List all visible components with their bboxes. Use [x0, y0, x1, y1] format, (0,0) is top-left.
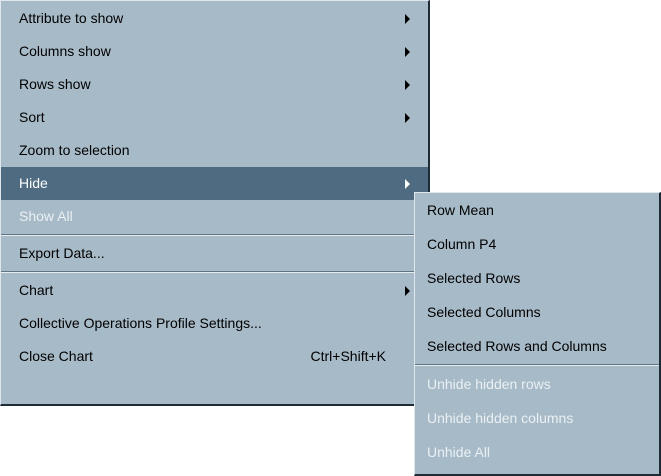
menu-item-label: Zoom to selection: [19, 142, 130, 158]
submenu-item-unhide-hidden-columns: Unhide hidden columns: [415, 401, 659, 435]
menu-item-label: Export Data...: [19, 245, 105, 261]
menu-item-show-all: Show All: [1, 200, 428, 233]
submenu-item-selected-rows-and-columns[interactable]: Selected Rows and Columns: [415, 329, 659, 363]
menu-separator: [415, 364, 659, 366]
menu-item-label: Selected Columns: [427, 304, 541, 320]
menu-separator: [1, 271, 428, 273]
menu-item-label: Unhide hidden rows: [427, 376, 551, 392]
submenu-arrow-icon: [405, 46, 410, 57]
menu-item-label: Sort: [19, 109, 45, 125]
menu-item-shortcut: Ctrl+Shift+K: [310, 348, 386, 364]
menu-item-label: Collective Operations Profile Settings..…: [19, 315, 262, 331]
menu-item-label: Selected Rows: [427, 270, 521, 286]
submenu-arrow-icon: [405, 13, 410, 24]
submenu-arrow-icon: [405, 79, 410, 90]
submenu-item-selected-columns[interactable]: Selected Columns: [415, 295, 659, 329]
menu-item-label: Selected Rows and Columns: [427, 338, 607, 354]
menu-item-label: Columns show: [19, 43, 111, 59]
menu-separator: [1, 234, 428, 236]
menu-item-label: Chart: [19, 282, 54, 298]
menu-item-label: Show All: [19, 208, 73, 224]
submenu-item-unhide-all: Unhide All: [415, 435, 659, 469]
submenu-arrow-icon: [405, 178, 410, 189]
menu-item-sort[interactable]: Sort: [1, 101, 428, 134]
submenu-item-selected-rows[interactable]: Selected Rows: [415, 261, 659, 295]
menu-item-label: Attribute to show: [19, 10, 124, 26]
submenu-item-row-mean[interactable]: Row Mean: [415, 193, 659, 227]
menu-item-columns-show[interactable]: Columns show: [1, 35, 428, 68]
submenu-item-column-p4[interactable]: Column P4: [415, 227, 659, 261]
menu-item-chart[interactable]: Chart: [1, 274, 428, 307]
submenu-arrow-icon: [405, 112, 410, 123]
menu-item-label: Rows show: [19, 76, 91, 92]
menu-item-collective-operations-profile-settings[interactable]: Collective Operations Profile Settings..…: [1, 307, 428, 340]
menu-item-rows-show[interactable]: Rows show: [1, 68, 428, 101]
menu-item-label: Hide: [19, 175, 48, 191]
menu-item-hide[interactable]: Hide: [1, 167, 428, 200]
menu-item-label: Column P4: [427, 236, 497, 252]
menu-item-label: Unhide hidden columns: [427, 410, 574, 426]
submenu-arrow-icon: [405, 285, 410, 296]
menu-item-export-data[interactable]: Export Data...: [1, 237, 428, 270]
menu-item-label: Close Chart: [19, 348, 93, 364]
menu-item-attribute-to-show[interactable]: Attribute to show: [1, 2, 428, 35]
hide-submenu: Row Mean Column P4 Selected Rows Selecte…: [414, 192, 661, 476]
menu-item-label: Unhide All: [427, 444, 491, 460]
menu-item-label: Row Mean: [427, 202, 494, 218]
menu-item-close-chart[interactable]: Close Chart Ctrl+Shift+K: [1, 340, 428, 373]
context-menu: Attribute to show Columns show Rows show…: [0, 0, 430, 406]
submenu-item-unhide-hidden-rows: Unhide hidden rows: [415, 367, 659, 401]
menu-item-zoom-to-selection[interactable]: Zoom to selection: [1, 134, 428, 167]
